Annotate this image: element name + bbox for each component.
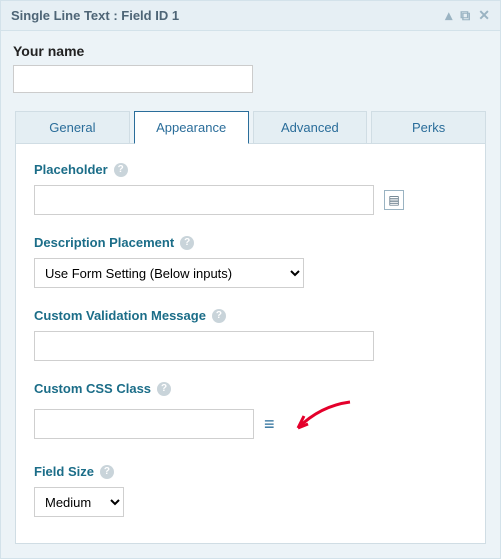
description-placement-select[interactable]: Use Form Setting (Below inputs) bbox=[34, 258, 304, 288]
description-placement-label-row: Description Placement ? bbox=[34, 235, 467, 250]
css-class-label: Custom CSS Class bbox=[34, 381, 151, 396]
placeholder-label-row: Placeholder ? bbox=[34, 162, 467, 177]
description-placement-block: Description Placement ? Use Form Setting… bbox=[34, 235, 467, 288]
placeholder-block: Placeholder ? ▤ bbox=[34, 162, 467, 215]
field-settings-panel: Single Line Text : Field ID 1 ▴ ⧉ ✕ Your… bbox=[0, 0, 501, 559]
validation-message-label-row: Custom Validation Message ? bbox=[34, 308, 467, 323]
field-size-block: Field Size ? Medium bbox=[34, 464, 467, 517]
css-class-label-row: Custom CSS Class ? bbox=[34, 381, 467, 396]
field-size-label-row: Field Size ? bbox=[34, 464, 467, 479]
field-size-label: Field Size bbox=[34, 464, 94, 479]
merge-tag-icon: ▤ bbox=[388, 193, 399, 207]
field-preview: Your name bbox=[1, 31, 500, 111]
panel-header: Single Line Text : Field ID 1 ▴ ⧉ ✕ bbox=[1, 1, 500, 31]
placeholder-label: Placeholder bbox=[34, 162, 108, 177]
field-size-select[interactable]: Medium bbox=[34, 487, 124, 517]
help-icon[interactable]: ? bbox=[180, 236, 194, 250]
css-class-input[interactable] bbox=[34, 409, 254, 439]
arrow-icon bbox=[290, 394, 360, 444]
preview-label: Your name bbox=[13, 43, 488, 59]
duplicate-icon[interactable]: ⧉ bbox=[460, 7, 470, 24]
help-icon[interactable]: ? bbox=[157, 382, 171, 396]
placeholder-input[interactable] bbox=[34, 185, 374, 215]
settings-wrap: General Appearance Advanced Perks Placeh… bbox=[1, 111, 500, 558]
panel-title: Single Line Text : Field ID 1 bbox=[11, 8, 437, 23]
help-icon[interactable]: ? bbox=[100, 465, 114, 479]
preview-input[interactable] bbox=[13, 65, 253, 93]
validation-message-input[interactable] bbox=[34, 331, 374, 361]
tab-appearance[interactable]: Appearance bbox=[134, 111, 249, 144]
validation-message-block: Custom Validation Message ? bbox=[34, 308, 467, 361]
tab-perks[interactable]: Perks bbox=[371, 111, 486, 144]
close-icon[interactable]: ✕ bbox=[478, 7, 490, 24]
help-icon[interactable]: ? bbox=[114, 163, 128, 177]
tab-body-appearance: Placeholder ? ▤ Description Placement ? … bbox=[15, 143, 486, 544]
merge-tag-button[interactable]: ▤ bbox=[384, 190, 404, 210]
css-ready-classes-icon[interactable]: ≡ bbox=[264, 417, 274, 431]
validation-message-label: Custom Validation Message bbox=[34, 308, 206, 323]
tabs: General Appearance Advanced Perks bbox=[15, 111, 486, 144]
tab-advanced[interactable]: Advanced bbox=[253, 111, 368, 144]
css-class-block: Custom CSS Class ? ≡ bbox=[34, 381, 467, 444]
description-placement-label: Description Placement bbox=[34, 235, 174, 250]
tab-general[interactable]: General bbox=[15, 111, 130, 144]
help-icon[interactable]: ? bbox=[212, 309, 226, 323]
collapse-icon[interactable]: ▴ bbox=[445, 7, 452, 24]
annotation-arrow bbox=[290, 404, 350, 444]
